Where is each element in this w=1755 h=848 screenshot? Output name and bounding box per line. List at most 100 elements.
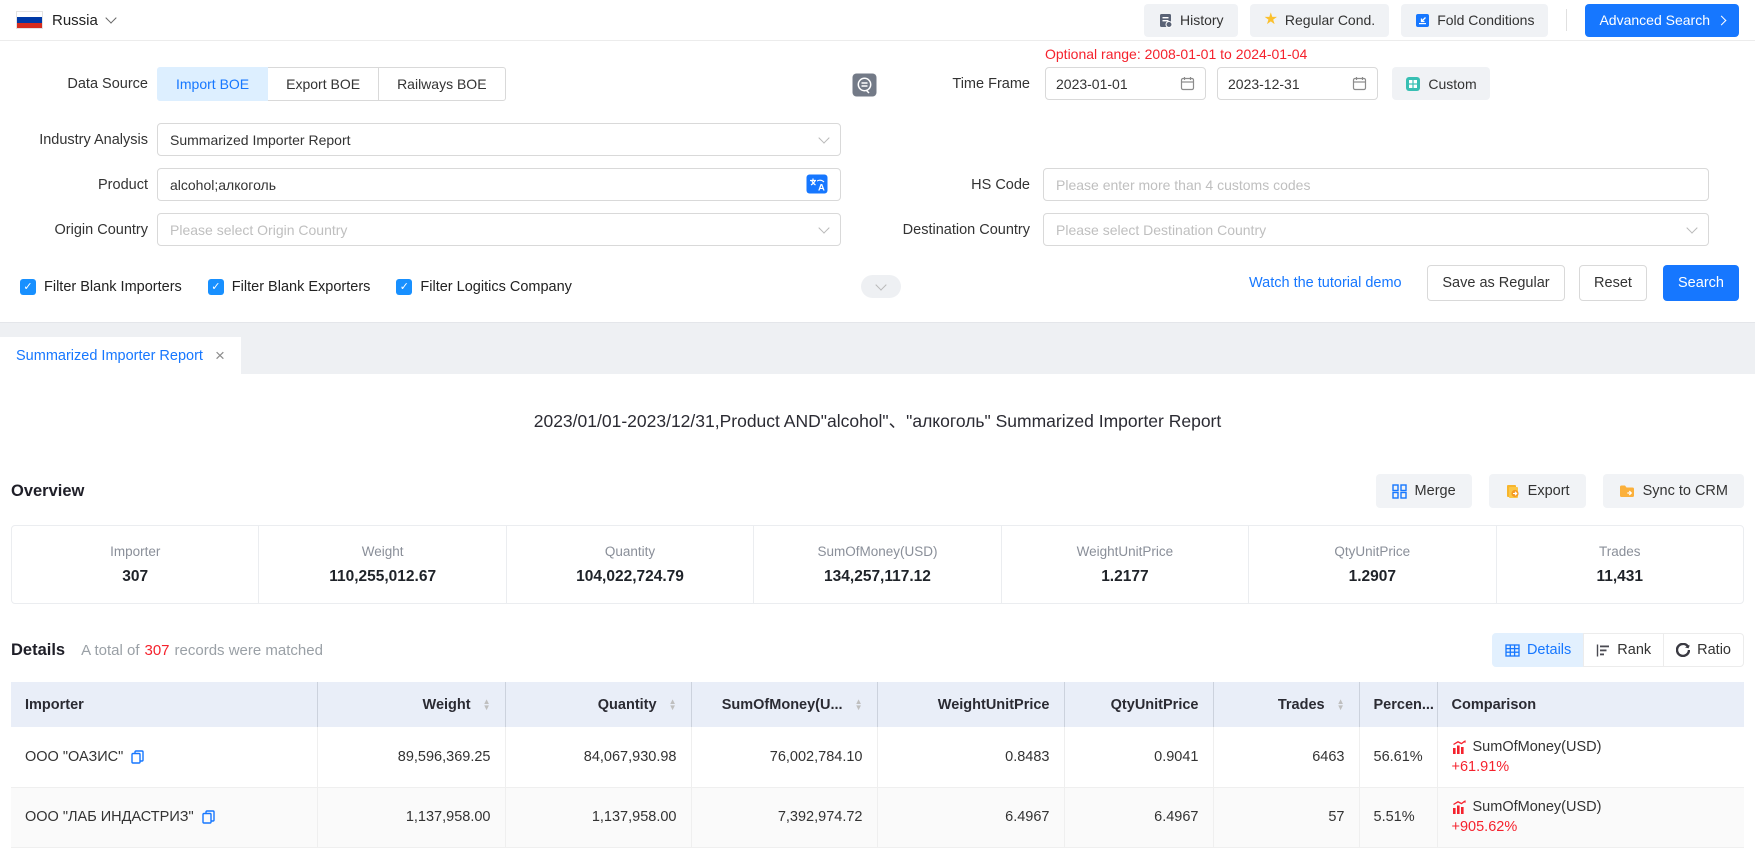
- origin-country-select[interactable]: Please select Origin Country: [157, 213, 841, 246]
- details-row: Details A total of307records were matche…: [11, 632, 1744, 668]
- russia-flag-icon: [16, 11, 43, 29]
- calendar-icon: [1352, 76, 1367, 91]
- sort-icons[interactable]: ▲▼: [669, 699, 677, 711]
- origin-country-label: Origin Country: [0, 213, 148, 247]
- tab-import-boe[interactable]: Import BOE: [157, 67, 268, 101]
- match-summary: A total of307records were matched: [81, 642, 323, 659]
- stat-label: Quantity: [605, 544, 655, 559]
- industry-analysis-value: Summarized Importer Report: [170, 132, 351, 148]
- col-weight[interactable]: Weight▲▼: [317, 682, 505, 727]
- stat-label: WeightUnitPrice: [1077, 544, 1174, 559]
- save-as-regular-button[interactable]: Save as Regular: [1427, 265, 1565, 301]
- fold-conditions-button[interactable]: Fold Conditions: [1401, 4, 1548, 37]
- merge-button[interactable]: Merge: [1376, 474, 1472, 508]
- checkbox-filter-blank-importers[interactable]: ✓ Filter Blank Importers: [20, 279, 182, 295]
- custom-range-button[interactable]: Custom: [1392, 67, 1490, 100]
- advanced-search-button[interactable]: Advanced Search: [1585, 4, 1739, 37]
- stat-label: Importer: [110, 544, 160, 559]
- merge-label: Merge: [1415, 483, 1456, 499]
- export-button[interactable]: Export: [1489, 474, 1586, 508]
- chevron-down-icon: [818, 132, 829, 143]
- stat-value: 104,022,724.79: [576, 568, 684, 586]
- stat-weight-unit-price: WeightUnitPrice 1.2177: [1001, 526, 1248, 603]
- match-prefix: A total of: [81, 642, 139, 659]
- rank-icon: [1596, 644, 1610, 657]
- report-title: 2023/01/01-2023/12/31,Product AND"alcoho…: [11, 408, 1744, 433]
- start-date-value: 2023-01-01: [1056, 76, 1128, 92]
- col-trades[interactable]: Trades▲▼: [1213, 682, 1359, 727]
- view-details-button[interactable]: Details: [1492, 633, 1584, 667]
- country-name: Russia: [52, 12, 98, 29]
- col-sum-of-money[interactable]: SumOfMoney(U...▲▼: [691, 682, 877, 727]
- chevron-down-icon: [1686, 222, 1697, 233]
- chart-up-icon: [1452, 740, 1467, 754]
- view-ratio-label: Ratio: [1697, 642, 1731, 658]
- industry-analysis-select[interactable]: Summarized Importer Report: [157, 123, 841, 156]
- stat-value: 134,257,117.12: [824, 568, 931, 586]
- sync-to-crm-label: Sync to CRM: [1643, 483, 1728, 499]
- col-quantity[interactable]: Quantity▲▼: [505, 682, 691, 727]
- sync-to-crm-button[interactable]: Sync to CRM: [1603, 474, 1744, 508]
- checkbox-label: Filter Blank Exporters: [232, 279, 371, 295]
- checkbox-filter-logitics-company[interactable]: ✓ Filter Logitics Company: [396, 279, 572, 295]
- tab-export-boe[interactable]: Export BOE: [267, 67, 379, 101]
- comparison-change: +905.62%: [1452, 819, 1731, 835]
- custom-label: Custom: [1428, 76, 1476, 92]
- data-source-tabs: Import BOE Export BOE Railways BOE: [157, 67, 506, 101]
- export-icon: [1505, 484, 1520, 499]
- match-mode-icon[interactable]: [852, 73, 877, 97]
- copy-icon[interactable]: [202, 810, 215, 824]
- sort-icons[interactable]: ▲▼: [483, 699, 491, 711]
- sort-icons[interactable]: ▲▼: [1337, 699, 1345, 711]
- view-rank-label: Rank: [1617, 642, 1651, 658]
- destination-country-select[interactable]: Please select Destination Country: [1043, 213, 1709, 246]
- tab-railways-boe[interactable]: Railways BOE: [378, 67, 505, 101]
- details-heading: Details: [11, 641, 65, 660]
- ratio-icon: [1676, 643, 1690, 657]
- chevron-right-icon: [1717, 15, 1727, 25]
- table-icon: [1505, 644, 1520, 657]
- col-importer: Importer: [11, 682, 317, 727]
- sort-icons[interactable]: ▲▼: [855, 699, 863, 711]
- search-button[interactable]: Search: [1663, 265, 1739, 301]
- merge-icon: [1392, 484, 1407, 499]
- stat-label: SumOfMoney(USD): [817, 544, 937, 559]
- product-label: Product: [0, 168, 148, 202]
- sync-folder-icon: [1619, 484, 1635, 498]
- cell-qty-unit-price: 6.4967: [1064, 787, 1213, 847]
- copy-icon[interactable]: [131, 750, 144, 764]
- chevron-down-icon: [875, 279, 886, 290]
- importer-name[interactable]: ООО "ОАЗИС": [25, 749, 123, 765]
- export-label: Export: [1528, 483, 1570, 499]
- stat-value: 11,431: [1596, 568, 1643, 586]
- calendar-icon: [1180, 76, 1195, 91]
- view-ratio-button[interactable]: Ratio: [1663, 633, 1744, 667]
- collapse-conditions-button[interactable]: [861, 275, 901, 298]
- importer-name[interactable]: ООО "ЛАБ ИНДАСТРИЗ": [25, 809, 194, 825]
- cell-weight: 1,137,958.00: [317, 787, 505, 847]
- regular-cond-button[interactable]: ★ Regular Cond.: [1250, 4, 1390, 37]
- data-source-label: Data Source: [0, 67, 148, 101]
- close-icon[interactable]: ×: [215, 347, 225, 364]
- view-rank-button[interactable]: Rank: [1583, 633, 1664, 667]
- product-input[interactable]: [157, 168, 841, 201]
- history-button[interactable]: History: [1144, 4, 1238, 37]
- star-icon: ★: [1264, 12, 1278, 28]
- checkbox-filter-blank-exporters[interactable]: ✓ Filter Blank Exporters: [208, 279, 371, 295]
- end-date-input[interactable]: 2023-12-31: [1217, 67, 1378, 100]
- tutorial-demo-link[interactable]: Watch the tutorial demo: [1249, 265, 1402, 301]
- start-date-input[interactable]: 2023-01-01: [1045, 67, 1206, 100]
- result-tab-strip: Summarized Importer Report ×: [0, 323, 1755, 374]
- optional-range-text: Optional range: 2008-01-01 to 2024-01-04: [1045, 46, 1307, 62]
- cell-weight-unit-price: 6.4967: [877, 787, 1064, 847]
- cell-percent: 56.61%: [1359, 727, 1437, 787]
- stat-qty-unit-price: QtyUnitPrice 1.2907: [1248, 526, 1495, 603]
- checkbox-checked-icon: ✓: [208, 279, 224, 295]
- country-selector[interactable]: Russia: [16, 11, 115, 29]
- fold-conditions-label: Fold Conditions: [1437, 12, 1534, 28]
- time-frame-label: Time Frame: [760, 67, 1030, 101]
- tab-summarized-importer-report[interactable]: Summarized Importer Report ×: [0, 337, 241, 374]
- reset-button[interactable]: Reset: [1579, 265, 1647, 301]
- col-percent: Percen...: [1359, 682, 1437, 727]
- hs-code-input[interactable]: [1043, 168, 1709, 201]
